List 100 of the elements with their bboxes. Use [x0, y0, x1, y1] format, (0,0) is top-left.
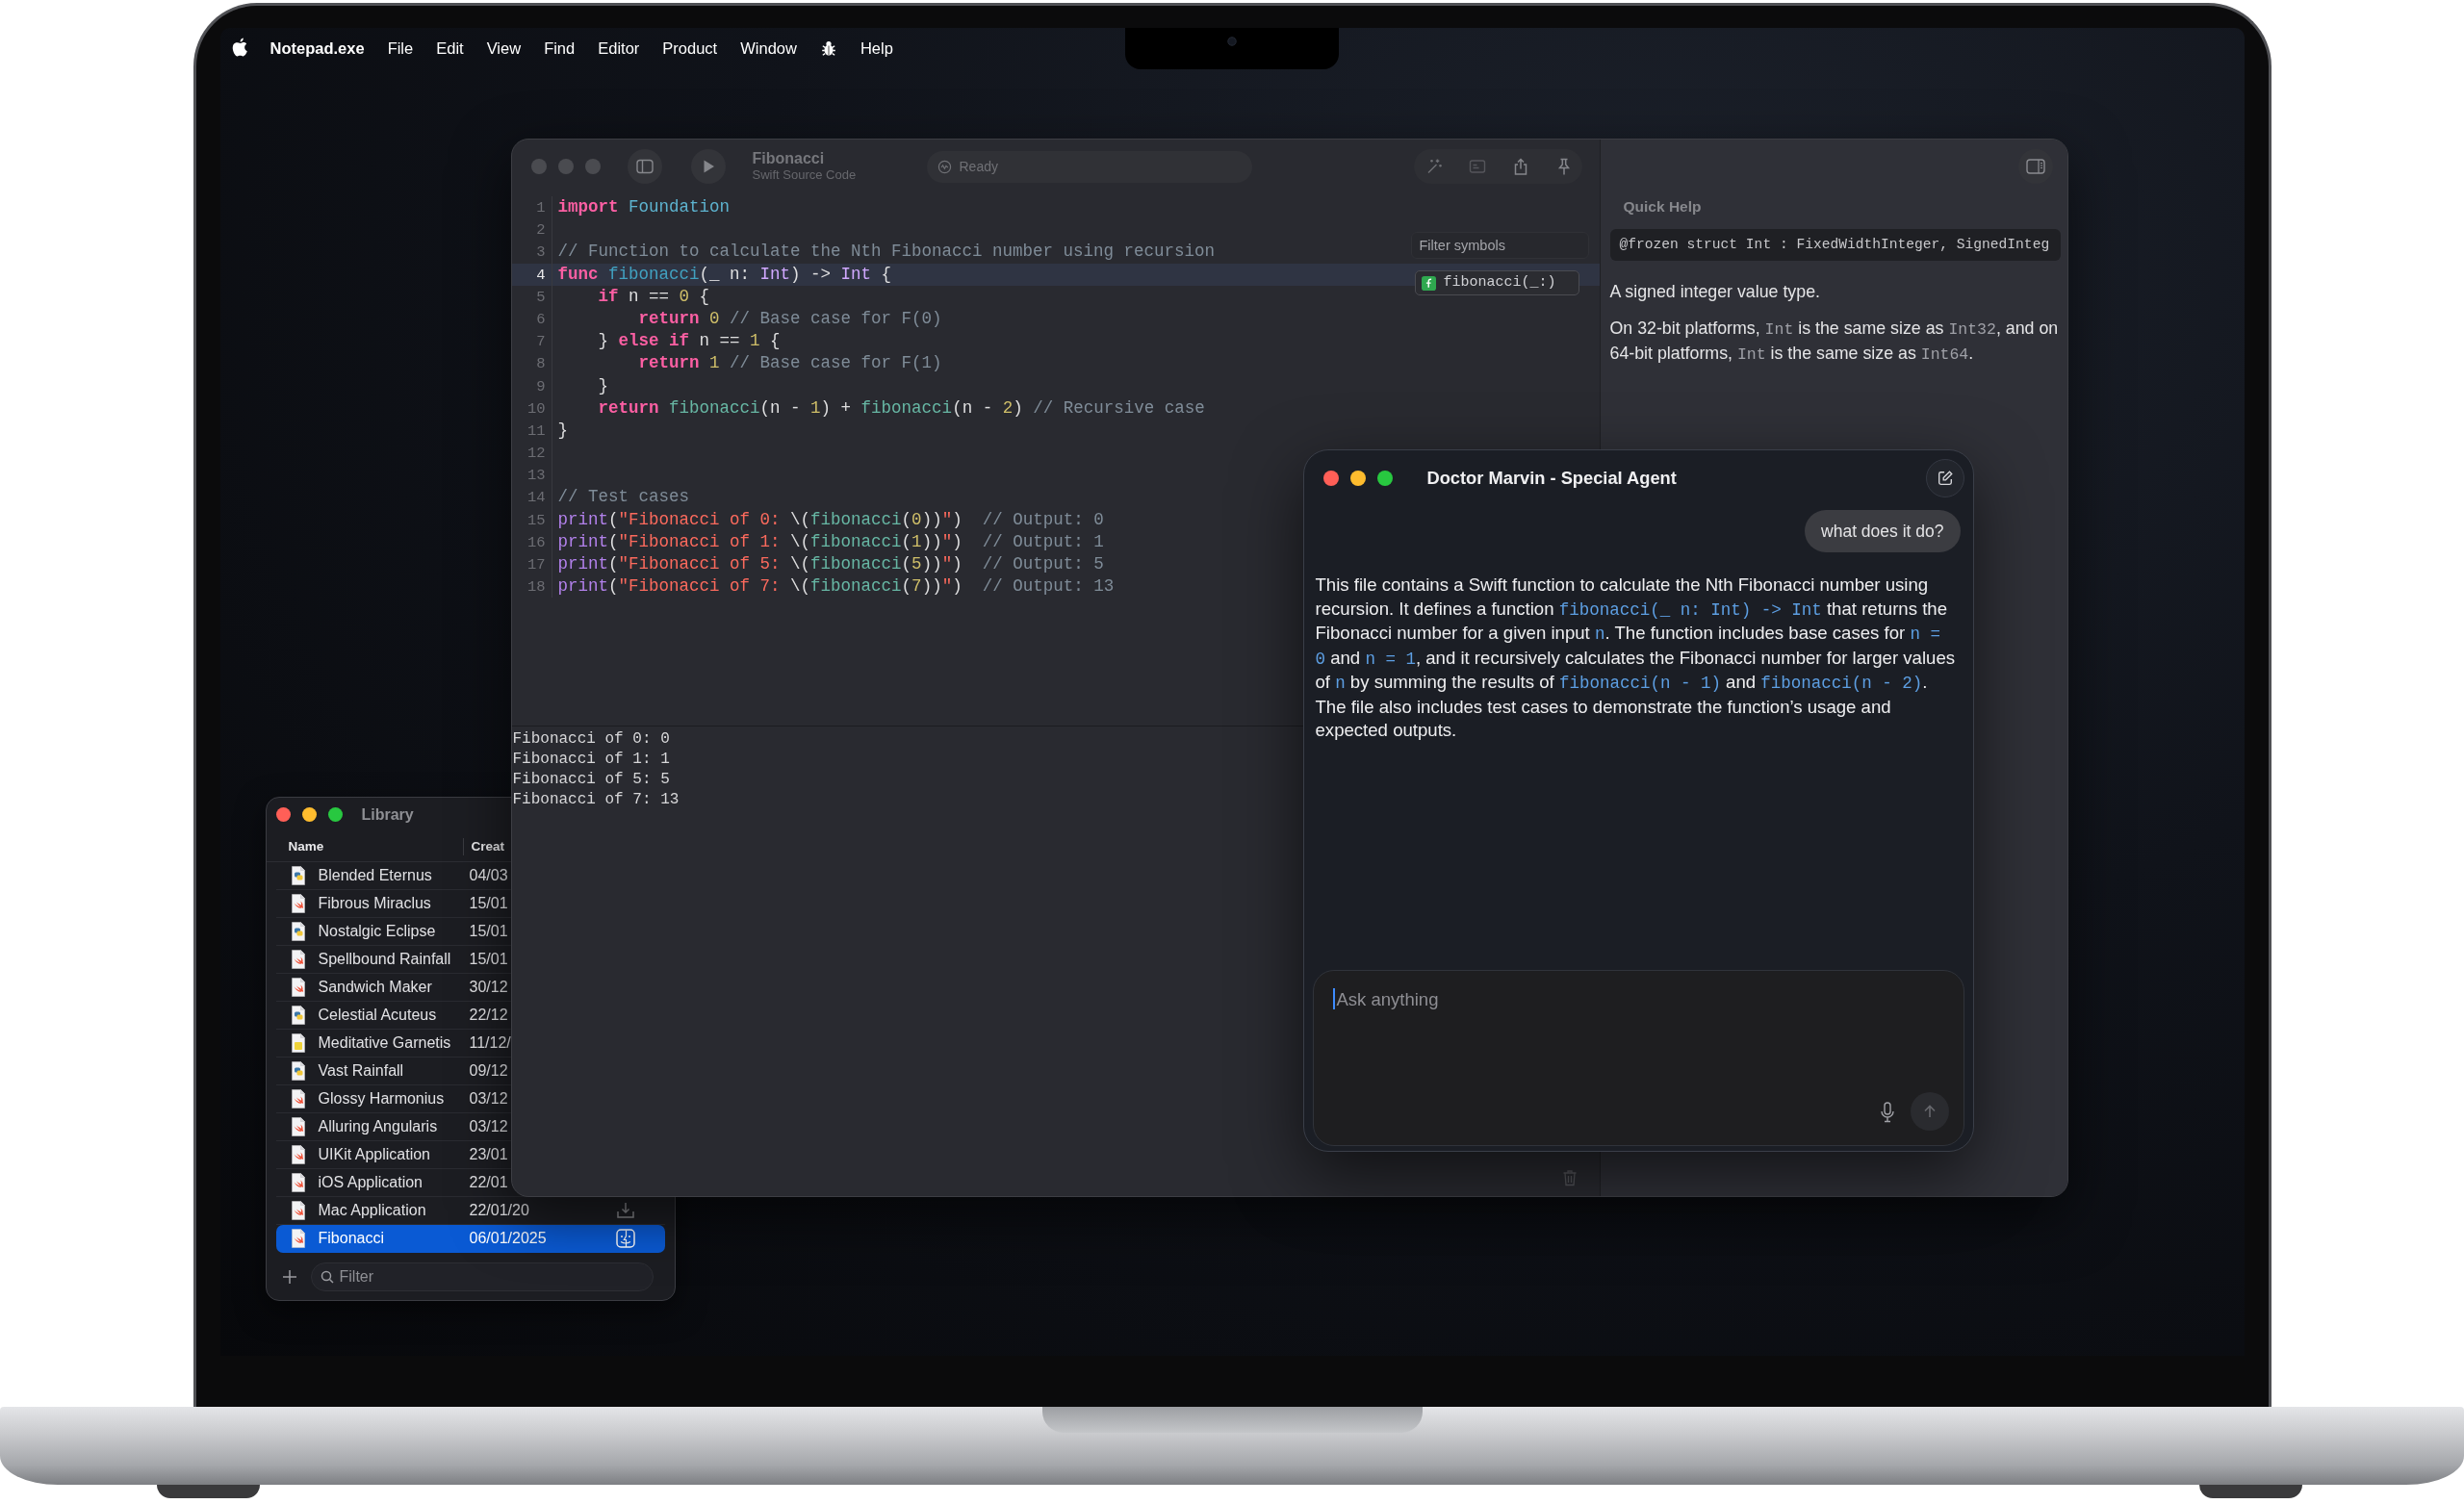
- menu-item[interactable]: Edit: [436, 38, 464, 58]
- minimize-button[interactable]: [1349, 470, 1366, 486]
- code-line: import Foundation: [556, 196, 731, 218]
- search-icon: [320, 1270, 334, 1284]
- console-line: Fibonacci of 0: 0: [511, 729, 670, 750]
- file-name[interactable]: Vast Rainfall: [318, 1062, 404, 1080]
- document-subtitle: Swift Source Code: [752, 167, 857, 183]
- new-chat-button[interactable]: [1925, 458, 1964, 497]
- filter-field[interactable]: Filter: [310, 1262, 654, 1291]
- column-header[interactable]: Creat: [471, 839, 504, 854]
- menu-item[interactable]: File: [387, 38, 414, 58]
- bug-icon[interactable]: [819, 39, 837, 57]
- status-text: Ready: [959, 159, 998, 174]
- file-name[interactable]: Meditative Garnetis: [318, 1034, 451, 1052]
- message-input[interactable]: Ask anything: [1312, 970, 1964, 1146]
- menu-item[interactable]: Window: [740, 38, 797, 58]
- code-line: print("Fibonacci of 0: \(fibonacci(0))") // Output: 0: [556, 508, 1104, 531]
- file-name[interactable]: Fibonacci: [318, 1230, 384, 1247]
- console-line: Fibonacci of 1: 1: [511, 750, 670, 770]
- file-date: 23/01: [469, 1146, 508, 1163]
- line-number: 11: [526, 421, 546, 440]
- code-line: print("Fibonacci of 7: \(fibonacci(7))") // Output: 13: [556, 575, 1115, 599]
- run-button[interactable]: [690, 149, 726, 184]
- discussion-text: On 32-bit platforms, Int is the same size as Int32, and on 64-bit platforms, Int is the same size as Int64.: [1609, 318, 2060, 366]
- line-number: 17: [526, 556, 546, 574]
- python-file-icon: [290, 922, 306, 941]
- file-date: 15/01: [469, 923, 508, 940]
- file-date: 03/12: [469, 1090, 508, 1108]
- line-number: 16: [526, 533, 546, 551]
- file-name[interactable]: iOS Application: [318, 1174, 423, 1191]
- file-name[interactable]: Nostalgic Eclipse: [318, 923, 436, 940]
- line-number: 5: [536, 288, 546, 306]
- face-icon[interactable]: [615, 1229, 635, 1248]
- summary-text: A signed integer value type.: [1609, 281, 1821, 303]
- console-line: Fibonacci of 7: 13: [511, 790, 680, 810]
- zoom-button[interactable]: [1376, 470, 1393, 486]
- python-file-icon: [290, 1061, 306, 1081]
- menu-item[interactable]: Find: [544, 38, 576, 58]
- minimize-button[interactable]: [301, 807, 317, 822]
- code-line: }: [556, 419, 568, 442]
- assistant-message: This file contains a Swift function to calculate the Nth Fibonacci number using recursion. It defines a function fibonacci(_ n: Int) -> Int that returns the Fibonacci number for a given input n. The function includes base cases for n = 0 and n = 1, and it recursively calculates the Fibonacci number for larger values of n by summing the results of fibonacci(n - 1) and fibonacci(n - 2). The file also includes test cases to demonstrate the function’s usage and expected outputs.: [1315, 574, 1957, 742]
- code-line: return 0 // Base case for F(0): [637, 307, 942, 330]
- download-icon[interactable]: [615, 1201, 635, 1220]
- column-header[interactable]: Name: [288, 839, 324, 854]
- file-name[interactable]: Sandwich Maker: [318, 979, 432, 996]
- file-date: 15/01: [469, 895, 508, 912]
- line-number: 4: [536, 266, 546, 284]
- file-name[interactable]: Alluring Angularis: [318, 1118, 438, 1135]
- file-name[interactable]: Mac Application: [318, 1202, 426, 1219]
- menu-item[interactable]: Product: [662, 38, 718, 58]
- file-name[interactable]: Spellbound Rainfall: [318, 951, 451, 968]
- code-line: return fibonacci(n - 1) + fibonacci(n - 2) // Recursive case: [597, 396, 1205, 420]
- sidebar-button[interactable]: [627, 149, 662, 184]
- window-title: Doctor Marvin - Special Agent: [1426, 467, 1677, 489]
- file-name[interactable]: Glossy Harmonius: [318, 1090, 445, 1108]
- apple-icon[interactable]: [231, 37, 248, 57]
- close-button[interactable]: [1322, 470, 1339, 486]
- section-title: Quick Help: [1623, 197, 1702, 217]
- file-name[interactable]: UIKit Application: [318, 1146, 430, 1163]
- add-icon[interactable]: [281, 1269, 297, 1285]
- code-line: print("Fibonacci of 1: \(fibonacci(1))") // Output: 1: [556, 530, 1104, 553]
- file-date: 30/12: [469, 979, 508, 996]
- app-menu[interactable]: Notepad.exe: [270, 38, 365, 58]
- file-date: 22/12: [469, 1007, 508, 1024]
- user-message: what does it do?: [1805, 510, 1961, 552]
- code-line: } else if n == 1 {: [597, 330, 781, 353]
- sidebar-icon: [635, 158, 654, 175]
- swift-file-icon: [290, 1089, 306, 1109]
- file-date: 03/12: [469, 1118, 508, 1135]
- line-number: 14: [526, 489, 546, 507]
- file-name[interactable]: Celestial Acuteus: [318, 1007, 437, 1024]
- line-number: 12: [526, 445, 546, 463]
- code-line: return 1 // Base case for F(1): [637, 352, 942, 375]
- line-number: 18: [526, 578, 546, 597]
- python-file-icon: [290, 866, 306, 885]
- swift-file-icon: [290, 978, 306, 997]
- code-line: }: [597, 374, 608, 397]
- file-date: 04/03: [469, 867, 508, 884]
- line-number: 3: [536, 243, 546, 262]
- zoom-button[interactable]: [327, 807, 343, 822]
- file-name[interactable]: Blended Eternus: [318, 867, 432, 884]
- microphone-icon[interactable]: [1879, 1102, 1895, 1123]
- symbol-item[interactable]: fibonacci(_:): [1414, 270, 1579, 295]
- line-number: 10: [526, 399, 546, 418]
- swift-file-icon: [290, 1145, 306, 1164]
- menu-item[interactable]: View: [486, 38, 522, 58]
- selected-file-row[interactable]: Fibonacci 06/01/2025: [275, 1225, 665, 1253]
- line-number: 7: [536, 333, 546, 351]
- code-line: // Function to calculate the Nth Fibonacci number using recursion: [556, 241, 1216, 264]
- menu-item[interactable]: Help: [860, 38, 893, 58]
- menu-item[interactable]: Editor: [598, 38, 640, 58]
- file-name[interactable]: Fibrous Miraclus: [318, 895, 431, 912]
- window-title: Library: [361, 805, 414, 824]
- camera-icon: [1226, 37, 1237, 46]
- swift-file-icon: [290, 1229, 306, 1248]
- swift-file-icon: [290, 1201, 306, 1220]
- close-button[interactable]: [275, 807, 291, 822]
- inspector-button[interactable]: [2017, 149, 2053, 184]
- symbol-filter-field[interactable]: Filter symbols: [1410, 232, 1589, 259]
- file-date: 06/01/2025: [469, 1230, 547, 1247]
